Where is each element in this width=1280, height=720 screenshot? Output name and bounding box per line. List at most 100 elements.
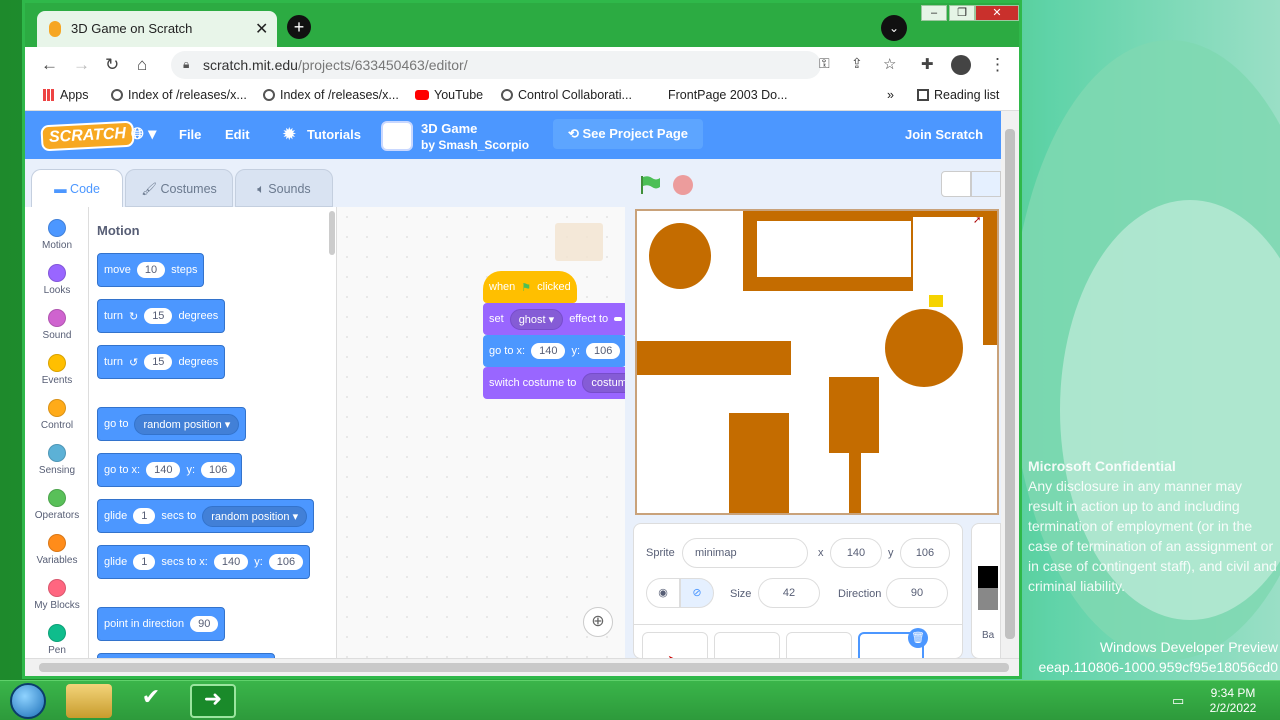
menu-file[interactable]: File	[179, 127, 201, 142]
stop-button[interactable]	[673, 175, 693, 195]
menu-kebab-icon[interactable]: ⋮	[989, 55, 1006, 75]
clock-time: 9:34 PM	[1210, 686, 1256, 700]
reading-list-button[interactable]: Reading list	[917, 88, 999, 102]
size-input[interactable]: 42	[758, 578, 820, 608]
tab-costumes[interactable]: 🖌︎ Costumes	[125, 169, 233, 207]
show-eye-icon[interactable]: ◉	[646, 578, 680, 608]
category-label: Motion	[41, 240, 72, 251]
script-when-flag-clicked[interactable]: when ⚑ clicked	[483, 271, 577, 303]
bookmarks-bar: Apps Index of /releases/x... Index of /r…	[25, 81, 1019, 111]
star-icon[interactable]: ☆	[883, 55, 896, 73]
bookmark-youtube[interactable]: YouTube	[415, 88, 483, 102]
share-icon[interactable]: ⇪	[851, 55, 863, 72]
category-sensing[interactable]: Sensing	[25, 438, 89, 483]
green-flag-button[interactable]	[639, 175, 661, 195]
block-go-to[interactable]: go to random position ▾	[97, 407, 247, 441]
tab-search-button[interactable]: ⌄	[881, 15, 907, 41]
bookmark-item[interactable]: Index of /releases/x...	[111, 88, 247, 102]
file-explorer-icon[interactable]	[66, 684, 112, 718]
block-point-in-direction[interactable]: point in direction 90	[97, 607, 226, 641]
stage-header	[625, 159, 1001, 207]
maximize-button[interactable]: ❐	[949, 5, 975, 21]
palette-scrollbar[interactable]	[329, 211, 335, 255]
category-looks[interactable]: Looks	[25, 258, 89, 303]
more-bookmarks-button[interactable]: »	[887, 88, 894, 102]
large-stage-button[interactable]	[971, 171, 1001, 197]
script-area[interactable]: when ⚑ clicked set ghost ▾ effect to go to x…	[337, 207, 625, 659]
network-icon[interactable]: ▭	[1172, 693, 1184, 709]
category-label: Looks	[43, 285, 71, 296]
category-variables[interactable]: Variables	[25, 528, 89, 573]
bookmark-item[interactable]: Control Collaborati...	[501, 88, 632, 102]
minimize-button[interactable]: –	[921, 5, 947, 21]
security-shield-icon[interactable]: ✔︎	[128, 684, 174, 718]
url-host: scratch.mit.edu	[203, 57, 298, 73]
category-operators[interactable]: Operators	[25, 483, 89, 528]
browser-tab[interactable]: 3D Game on Scratch ✕	[37, 11, 277, 47]
scroll-thumb[interactable]	[1005, 129, 1015, 639]
profile-avatar[interactable]	[951, 55, 971, 75]
x-input[interactable]: 140	[830, 538, 882, 568]
app-arrow-icon[interactable]: ➜	[190, 684, 236, 718]
direction-input[interactable]: 90	[886, 578, 948, 608]
home-icon[interactable]: ⌂	[137, 55, 147, 75]
script-go-to-xy[interactable]: go to x: 140 y: 106	[483, 335, 625, 367]
new-tab-button[interactable]: +	[287, 15, 311, 39]
hide-eye-icon[interactable]: ⊘	[680, 578, 714, 608]
stage-shape	[637, 341, 791, 375]
tab-close-icon[interactable]: ✕	[255, 19, 268, 39]
see-project-page-button[interactable]: ⟲ See Project Page	[553, 119, 703, 149]
script-switch-costume[interactable]: switch costume tocostume	[483, 367, 625, 399]
small-stage-button[interactable]	[941, 171, 971, 197]
category-sound[interactable]: Sound	[25, 303, 89, 348]
block-glide-to[interactable]: glide 1 secs to random position ▾	[97, 499, 315, 533]
language-globe-icon[interactable]: 🌐︎ ▾	[131, 124, 156, 144]
block-go-to-xy[interactable]: go to x: 140 y: 106	[97, 453, 243, 487]
block-turn-left[interactable]: turn ↺ 15 degrees	[97, 345, 226, 379]
backdrop-thumbnail[interactable]	[978, 566, 998, 610]
menu-edit[interactable]: Edit	[225, 127, 250, 142]
block-glide-to-xy[interactable]: glide 1 secs to x: 140 y: 106	[97, 545, 311, 579]
scroll-thumb[interactable]	[39, 663, 1009, 672]
zoom-in-button[interactable]: ⊕	[583, 607, 613, 637]
system-clock[interactable]: 9:34 PM 2/2/2022	[1196, 686, 1270, 716]
stage-selector-pane[interactable]: Ba	[971, 523, 1001, 659]
sprite-name-input[interactable]: minimap	[682, 538, 808, 568]
forward-icon[interactable]: →	[73, 55, 90, 75]
menu-tutorials[interactable]: Tutorials	[307, 127, 361, 142]
close-window-button[interactable]: ✕	[975, 5, 1019, 21]
scratch-logo[interactable]: SCRATCH	[40, 120, 135, 152]
category-pen[interactable]: Pen	[25, 618, 89, 663]
extensions-icon[interactable]: ✚	[921, 55, 934, 73]
category-color-icon	[48, 219, 66, 237]
back-icon[interactable]: ←	[41, 55, 58, 75]
globe-icon	[501, 89, 513, 101]
os-build-watermark: Windows Developer Preview eeap.110806-10…	[1022, 637, 1278, 677]
bookmark-apps[interactable]: Apps	[43, 88, 89, 102]
vertical-scrollbar[interactable]	[1001, 111, 1019, 658]
category-motion[interactable]: Motion	[25, 213, 89, 258]
horizontal-scrollbar[interactable]	[25, 658, 1019, 676]
join-scratch-link[interactable]: Join Scratch	[905, 127, 983, 142]
stage-canvas[interactable]: ➚	[635, 209, 999, 515]
category-my-blocks[interactable]: My Blocks	[25, 573, 89, 618]
tab-sounds[interactable]: 🔈︎ Sounds	[235, 169, 333, 207]
y-input[interactable]: 106	[900, 538, 950, 568]
key-icon[interactable]: ⚿	[819, 55, 830, 72]
category-events[interactable]: Events	[25, 348, 89, 393]
bookmark-item[interactable]: Index of /releases/x...	[263, 88, 399, 102]
url-input[interactable]: 🔒︎ scratch.mit.edu/projects/633450463/ed…	[171, 51, 821, 79]
script-set-effect[interactable]: set ghost ▾ effect to	[483, 303, 625, 335]
category-label: Pen	[48, 645, 66, 656]
block-move-steps[interactable]: move 10 steps	[97, 253, 205, 287]
start-button[interactable]	[10, 683, 46, 719]
page-icon	[651, 89, 663, 101]
reload-icon[interactable]: ↻	[105, 55, 119, 75]
bookmark-item[interactable]: FrontPage 2003 Do...	[651, 88, 788, 102]
refresh-icon: ⟲	[567, 126, 583, 141]
project-author[interactable]: by Smash_Scorpio	[421, 138, 529, 152]
sprite-info-pane: Sprite minimap x 140 y 106 ◉ ⊘ Size 42 D…	[633, 523, 963, 672]
category-control[interactable]: Control	[25, 393, 89, 438]
block-turn-right[interactable]: turn ↻ 15 degrees	[97, 299, 226, 333]
tab-code[interactable]: ▬ Code	[31, 169, 123, 207]
